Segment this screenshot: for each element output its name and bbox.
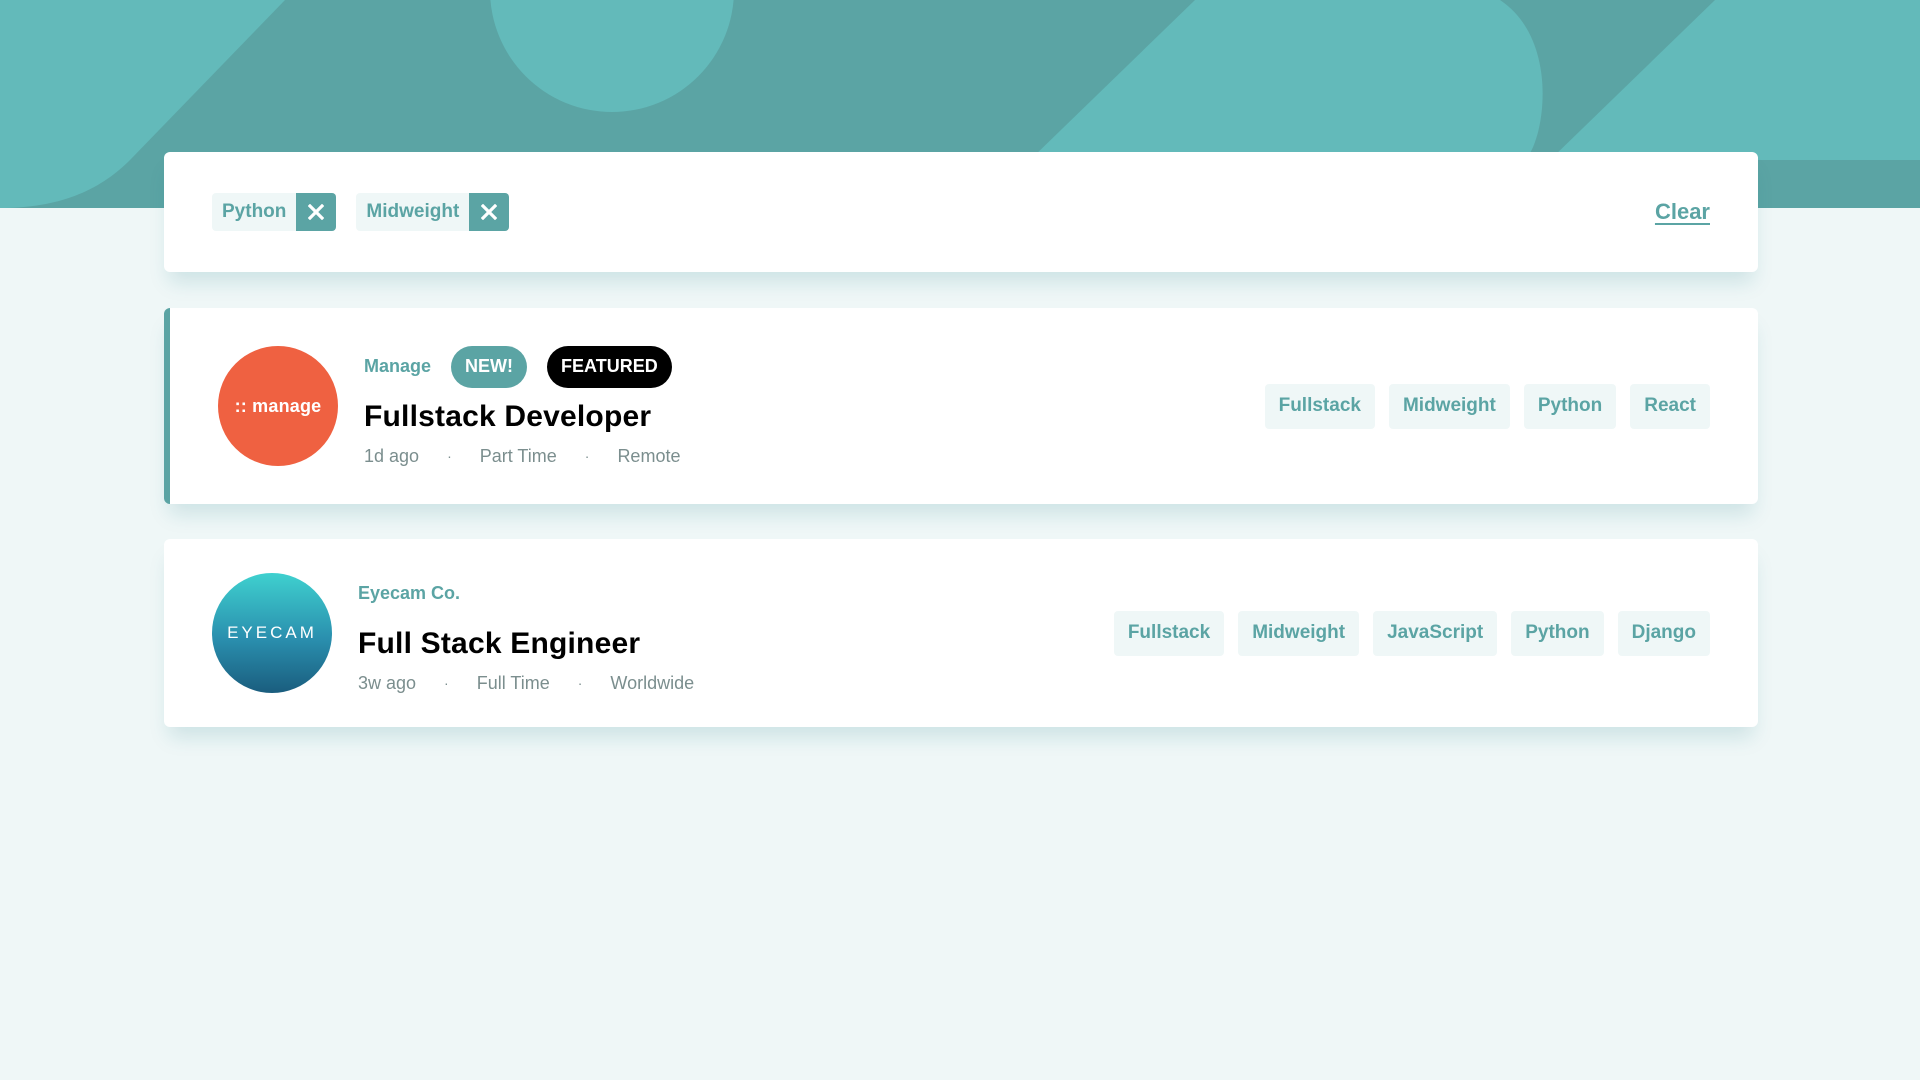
job-tags: Fullstack Midweight Python React [1264,383,1710,429]
tag-fullstack[interactable]: Fullstack [1113,610,1225,656]
new-badge: NEW! [451,345,528,388]
tag-react[interactable]: React [1630,383,1710,429]
filter-bar: Python Midweight Clear [164,152,1758,272]
tag-midweight[interactable]: Midweight [1388,383,1510,429]
separator-dot: · [444,675,449,691]
posted-at: 3w ago [358,672,417,693]
clear-filters-link[interactable]: Clear [1655,199,1710,225]
job-meta-row: Eyecam Co. [358,573,694,615]
job-meta-row: Manage NEW! FEATURED [364,345,692,388]
company-name: Manage [364,356,432,376]
posted-at: 1d ago [364,445,420,466]
remove-filter-midweight-button[interactable] [469,193,510,231]
contract-type: Part Time [479,445,557,466]
job-card-main: :: manage Manage NEW! FEATURED Fullstack… [218,345,692,467]
separator-dot: · [447,448,452,464]
job-card-main: EYECAM Eyecam Co. Full Stack Engineer 3w… [212,573,694,694]
job-details: 1d ago · Part Time · Remote [364,446,692,467]
close-icon [481,204,498,220]
tag-fullstack[interactable]: Fullstack [1264,383,1375,429]
filter-chip-midweight: Midweight [356,193,510,231]
tag-javascript[interactable]: JavaScript [1373,610,1498,656]
company-logo-manage: :: manage [218,346,338,466]
job-card: EYECAM Eyecam Co. Full Stack Engineer 3w… [164,539,1758,727]
close-icon [308,204,325,220]
contract-type: Full Time [476,672,550,693]
filter-chip-label: Midweight [366,201,460,222]
job-info: Manage NEW! FEATURED Fullstack Developer… [364,345,692,467]
filter-chip-label: Python [222,201,287,222]
job-details: 3w ago · Full Time · Worldwide [358,673,694,694]
filter-chip-python: Python [212,193,337,231]
job-title[interactable]: Full Stack Engineer [358,627,694,661]
tag-python[interactable]: Python [1511,610,1604,656]
remove-filter-python-button[interactable] [296,193,337,231]
job-tags: Fullstack Midweight JavaScript Python Dj… [1113,610,1710,656]
tag-midweight[interactable]: Midweight [1238,610,1360,656]
job-title[interactable]: Fullstack Developer [364,400,692,434]
job-info: Eyecam Co. Full Stack Engineer 3w ago · … [358,573,694,694]
job-location: Worldwide [610,672,695,693]
separator-dot: · [584,448,590,464]
filter-chip-list: Python Midweight [212,193,510,231]
job-card: :: manage Manage NEW! FEATURED Fullstack… [164,308,1758,504]
tag-django[interactable]: Django [1617,610,1710,656]
separator-dot: · [577,675,583,691]
featured-badge: FEATURED [547,345,672,388]
company-logo-eyecam: EYECAM [212,573,332,693]
job-location: Remote [617,445,681,466]
tag-python[interactable]: Python [1523,383,1617,429]
company-name: Eyecam Co. [358,583,461,603]
